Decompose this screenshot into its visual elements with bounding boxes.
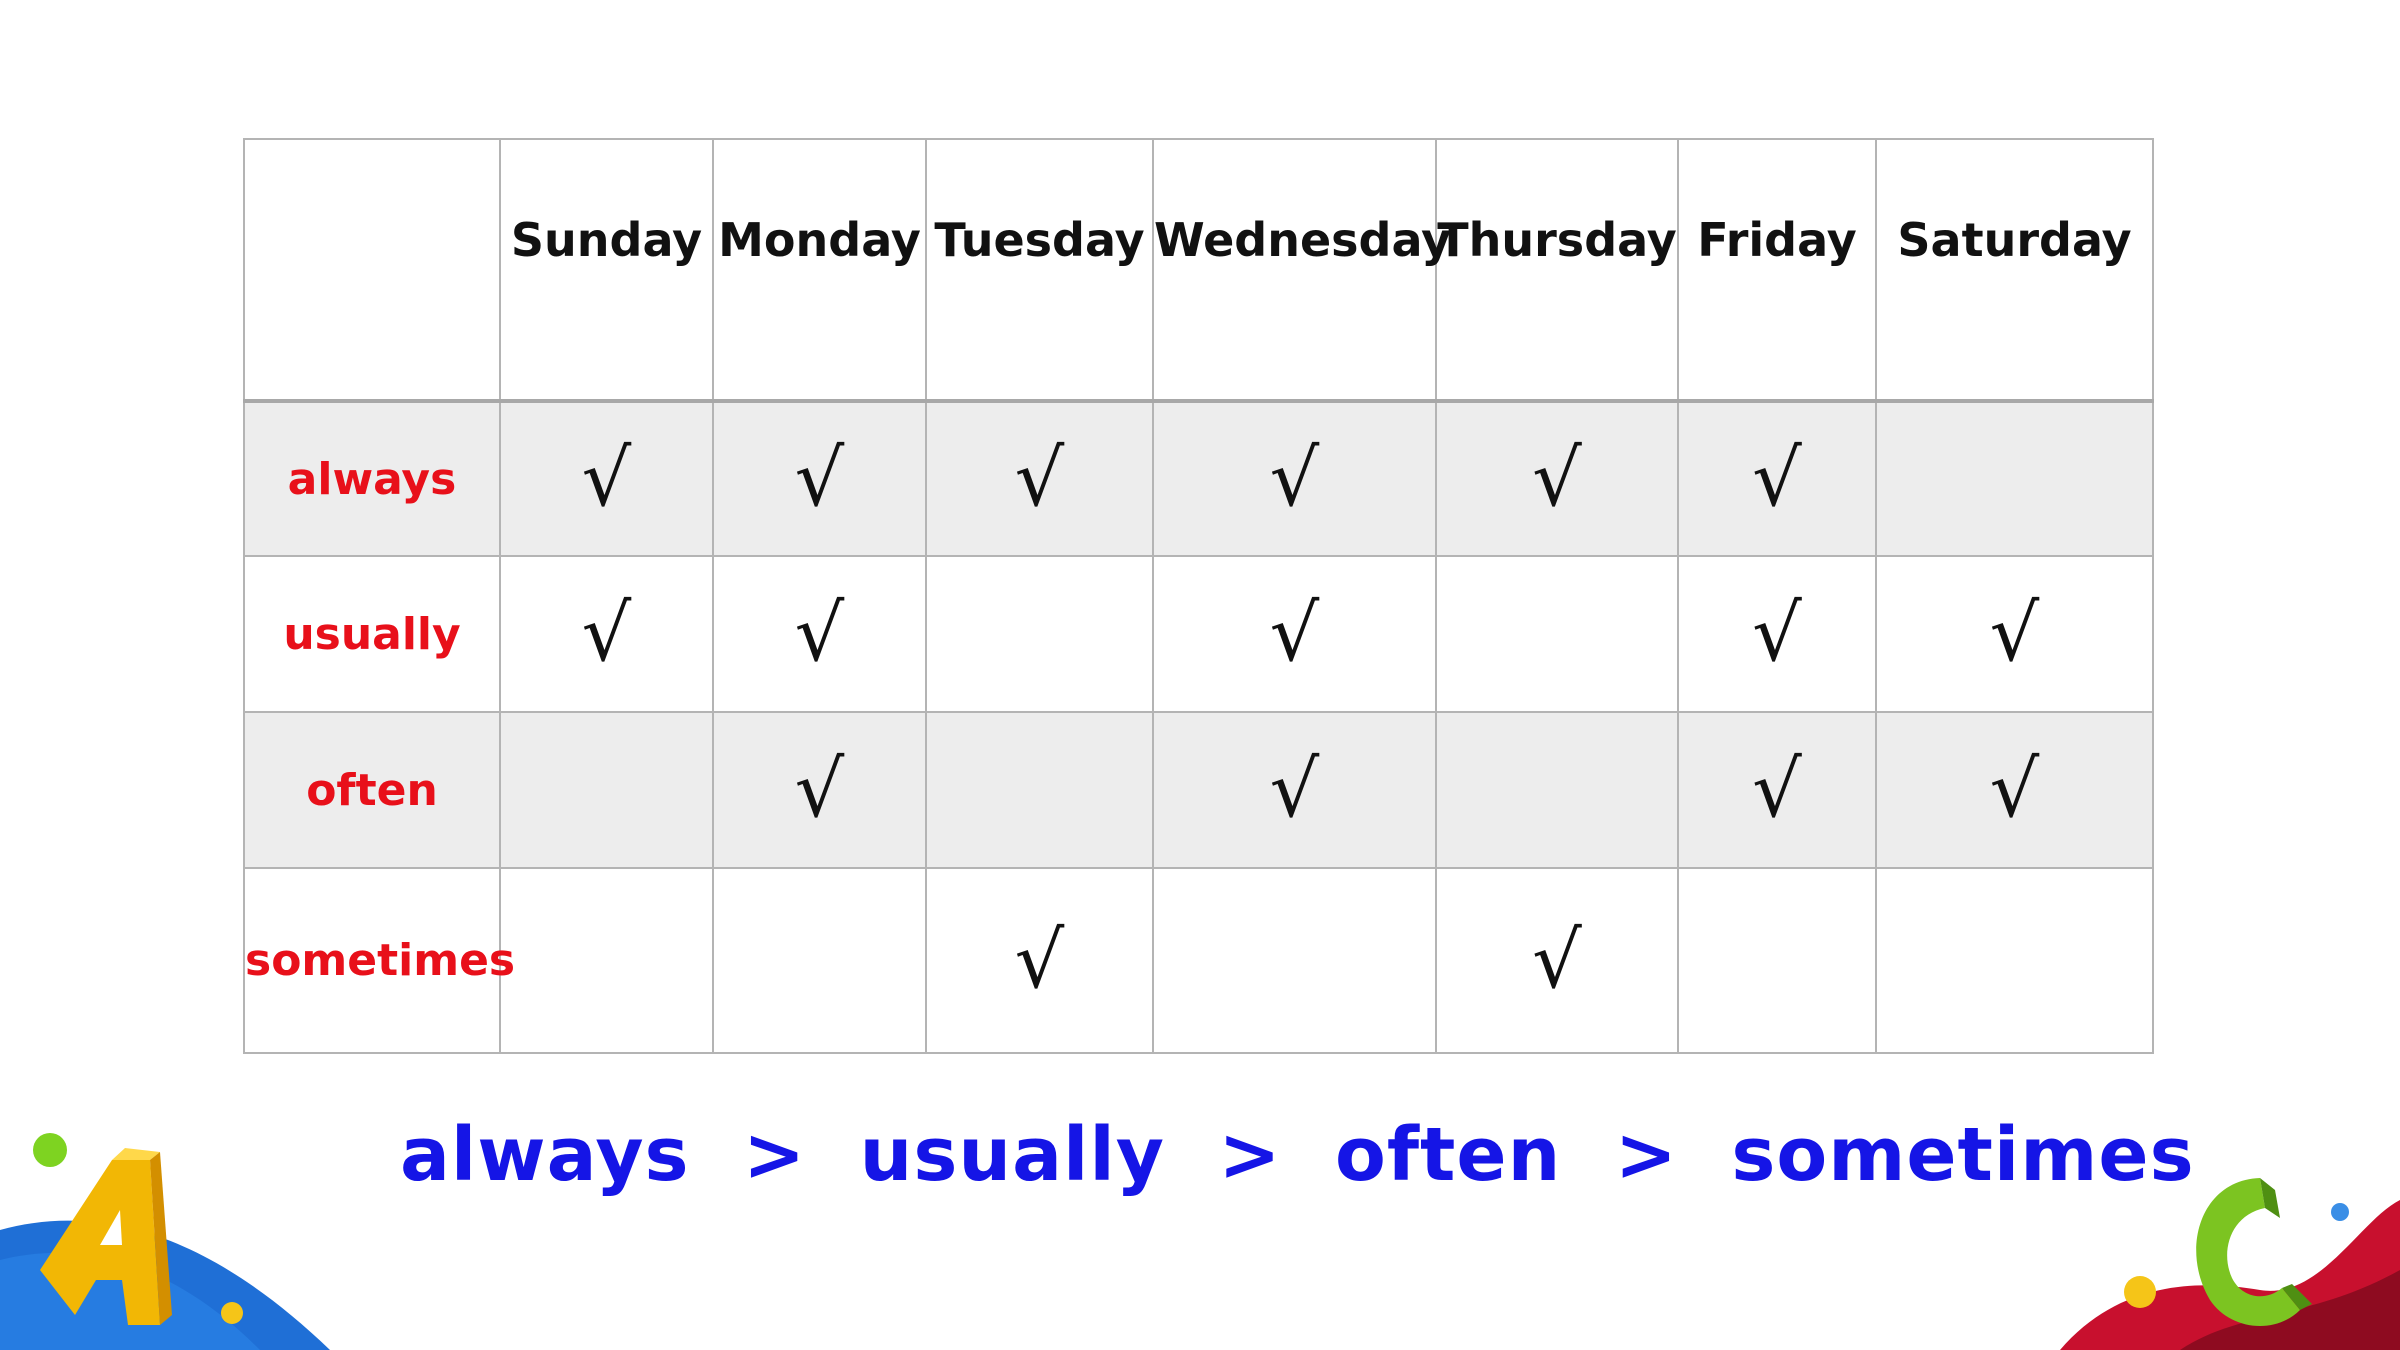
check-cell: √	[925, 400, 1154, 557]
row-label-cell: usually	[243, 555, 501, 713]
check-mark: √	[1752, 434, 1802, 524]
check-cell: √	[712, 400, 927, 557]
day-label: Friday	[1697, 212, 1857, 267]
yellow-dot-icon	[221, 1302, 243, 1324]
check-mark: √	[1989, 745, 2040, 835]
check-cell: √	[1875, 711, 2154, 869]
check-mark: √	[1269, 745, 1320, 835]
bottom-right-decoration	[2060, 1178, 2400, 1350]
check-cell: √	[712, 711, 927, 869]
check-cell: √	[499, 400, 714, 557]
frequency-label: sometimes	[245, 935, 516, 986]
day-header-friday: Friday	[1677, 138, 1877, 403]
check-mark: √	[794, 589, 845, 679]
frequency-order-summary: always > usually > often > sometimes	[400, 1112, 2195, 1198]
check-cell	[712, 867, 927, 1054]
day-header-tuesday: Tuesday	[925, 138, 1154, 403]
check-mark: √	[1269, 589, 1320, 679]
check-cell	[1435, 711, 1679, 869]
day-header-thursday: Thursday	[1435, 138, 1679, 403]
row-label-cell: always	[243, 400, 501, 557]
check-cell: √	[1152, 400, 1437, 557]
day-label: Thursday	[1437, 212, 1677, 267]
row-label-cell: sometimes	[243, 867, 515, 1054]
check-mark: √	[1269, 434, 1320, 524]
frequency-label: often	[306, 764, 438, 816]
day-label: Wednesday	[1154, 212, 1452, 267]
check-cell: √	[1677, 555, 1877, 713]
check-mark: √	[1752, 745, 1802, 835]
yellow-dot-icon	[2124, 1276, 2156, 1308]
check-mark: √	[581, 589, 632, 679]
check-mark: √	[794, 434, 845, 524]
check-cell	[499, 867, 714, 1054]
green-letter-c-icon	[2196, 1178, 2312, 1327]
day-label: Monday	[718, 212, 921, 267]
frequency-label: usually	[283, 608, 461, 660]
green-dot-icon	[33, 1133, 67, 1167]
check-mark: √	[1014, 434, 1065, 524]
day-label: Saturday	[1897, 212, 2132, 267]
check-mark: √	[1752, 589, 1802, 679]
day-header-saturday: Saturday	[1875, 138, 2154, 403]
row-label-cell: often	[243, 711, 501, 869]
check-cell: √	[1152, 711, 1437, 869]
day-label: Sunday	[510, 212, 703, 267]
check-cell: √	[1435, 400, 1679, 557]
check-cell: √	[1875, 555, 2154, 713]
row-always: always √ √ √ √ √ √	[243, 400, 2154, 557]
check-mark: √	[794, 745, 845, 835]
blue-dot-icon	[2331, 1203, 2349, 1221]
check-cell	[1875, 867, 2154, 1054]
row-usually: usually √ √ √ √ √	[243, 555, 2154, 713]
check-cell	[1152, 867, 1437, 1054]
day-label: Tuesday	[934, 212, 1145, 267]
check-cell: √	[499, 555, 714, 713]
check-mark: √	[1014, 915, 1065, 1006]
check-mark: √	[1989, 589, 2040, 679]
check-mark: √	[1532, 434, 1582, 524]
check-cell: √	[712, 555, 927, 713]
corner-cell	[243, 138, 501, 403]
check-cell	[499, 711, 714, 869]
day-header-wednesday: Wednesday	[1152, 138, 1451, 403]
bottom-left-decoration	[0, 1133, 330, 1350]
check-mark: √	[1532, 915, 1582, 1006]
check-cell	[925, 555, 1154, 713]
check-cell	[1875, 400, 2154, 557]
check-cell	[1677, 867, 1877, 1054]
check-cell	[1435, 555, 1679, 713]
check-cell: √	[1677, 400, 1877, 557]
row-sometimes: sometimes √ √	[243, 867, 2154, 1054]
check-cell: √	[925, 867, 1154, 1054]
check-cell	[925, 711, 1154, 869]
day-header-sunday: Sunday	[499, 138, 714, 403]
frequency-label: always	[287, 453, 457, 505]
check-cell: √	[1152, 555, 1437, 713]
day-header-monday: Monday	[712, 138, 927, 403]
check-cell: √	[1435, 867, 1679, 1054]
row-often: often √ √ √ √	[243, 711, 2154, 869]
check-mark: √	[581, 434, 632, 524]
check-cell: √	[1677, 711, 1877, 869]
header-row: Sunday Monday Tuesday Wednesday Thursday…	[243, 138, 2154, 403]
frequency-table: Sunday Monday Tuesday Wednesday Thursday…	[243, 138, 2154, 1054]
